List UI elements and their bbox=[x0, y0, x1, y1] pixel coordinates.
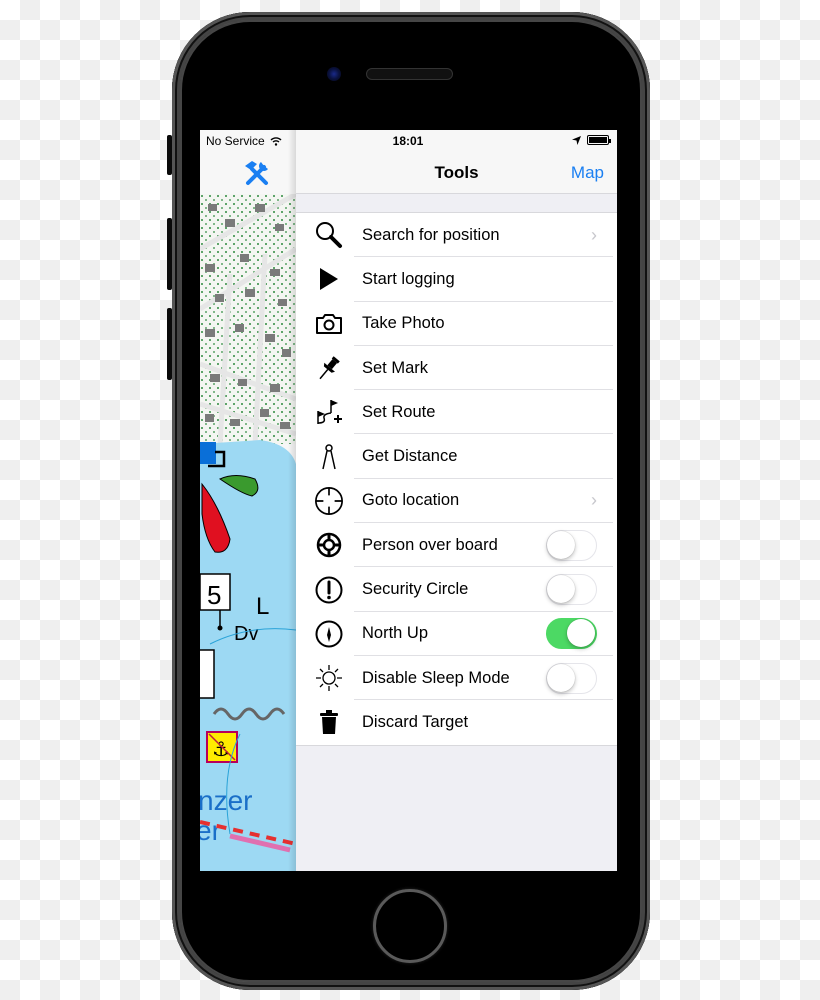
tool-row-goto-location[interactable]: Goto location › bbox=[296, 479, 617, 524]
map-button[interactable]: Map bbox=[571, 163, 604, 183]
wifi-icon bbox=[270, 137, 282, 146]
tool-label: Disable Sleep Mode bbox=[362, 668, 510, 687]
pushpin-icon bbox=[314, 353, 344, 383]
tool-row-set-route[interactable]: Set Route bbox=[296, 390, 617, 435]
tool-label: Take Photo bbox=[362, 314, 445, 333]
compass-icon bbox=[314, 619, 344, 649]
tool-row-take-photo[interactable]: Take Photo bbox=[296, 302, 617, 346]
tools-panel: 18:01 Tools Map Search for position › St… bbox=[296, 130, 617, 871]
status-right bbox=[572, 135, 611, 145]
map-header: No Service bbox=[200, 130, 296, 194]
tool-row-start-logging[interactable]: Start logging bbox=[296, 257, 617, 302]
tools-list: Search for position › Start logging Take… bbox=[296, 212, 617, 746]
divider-compass-icon bbox=[314, 442, 344, 472]
tool-row-set-mark[interactable]: Set Mark bbox=[296, 346, 617, 391]
status-time: 18:01 bbox=[392, 134, 424, 148]
sun-icon bbox=[314, 663, 344, 693]
play-icon bbox=[314, 264, 344, 294]
tool-label: North Up bbox=[362, 624, 429, 643]
disable-sleep-mode-toggle[interactable] bbox=[546, 662, 597, 694]
camera-icon bbox=[314, 309, 344, 339]
person-over-board-toggle[interactable] bbox=[546, 529, 597, 561]
hammer-wrench-icon[interactable] bbox=[242, 158, 272, 186]
home-button[interactable] bbox=[373, 889, 447, 963]
status-carrier: No Service bbox=[206, 134, 282, 148]
tool-row-person-over-board[interactable]: Person over board bbox=[296, 523, 617, 568]
route-flags-icon bbox=[314, 397, 344, 427]
tool-label: Set Route bbox=[362, 402, 436, 421]
tool-label: Person over board bbox=[362, 535, 498, 554]
chevron-right-icon: › bbox=[591, 224, 597, 245]
search-icon bbox=[314, 220, 344, 250]
tool-label: Goto location bbox=[362, 491, 460, 510]
tool-label: Get Distance bbox=[362, 447, 458, 466]
chevron-right-icon: › bbox=[591, 490, 597, 511]
light-char-label: L bbox=[256, 593, 269, 620]
seabed-label: Dv bbox=[234, 623, 258, 645]
nautical-chart-map[interactable]: 5 L Dv ⚓ nzer er bbox=[200, 194, 296, 871]
map-panel[interactable]: No Service 5 L Dv ⚓ nzer er bbox=[200, 130, 296, 871]
tool-label: Security Circle bbox=[362, 580, 469, 599]
trash-icon bbox=[314, 707, 344, 737]
tool-label: Search for position bbox=[362, 225, 500, 244]
crosshair-icon bbox=[314, 486, 344, 516]
tool-row-north-up[interactable]: North Up bbox=[296, 612, 617, 656]
location-arrow-icon bbox=[572, 135, 581, 145]
tool-row-get-distance[interactable]: Get Distance bbox=[296, 434, 617, 479]
navigation-bar: 18:01 Tools Map bbox=[296, 130, 617, 194]
exclamation-circle-icon bbox=[314, 575, 344, 605]
tool-label: Start logging bbox=[362, 269, 455, 288]
place-name-line1: nzer bbox=[200, 785, 252, 816]
security-circle-toggle[interactable] bbox=[546, 574, 597, 606]
battery-icon bbox=[587, 135, 611, 145]
tool-row-security-circle[interactable]: Security Circle bbox=[296, 567, 617, 612]
front-camera bbox=[327, 67, 341, 81]
earpiece-speaker bbox=[366, 68, 453, 80]
tool-row-disable-sleep-mode[interactable]: Disable Sleep Mode bbox=[296, 656, 617, 701]
lifebuoy-icon bbox=[314, 530, 344, 560]
tool-row-search-for-position[interactable]: Search for position › bbox=[296, 213, 617, 258]
panel-shadow bbox=[288, 130, 296, 871]
place-name-line2: er bbox=[200, 815, 221, 846]
depth-label: 5 bbox=[207, 580, 221, 610]
tool-label: Discard Target bbox=[362, 712, 469, 731]
tool-row-discard-target[interactable]: Discard Target bbox=[296, 700, 617, 744]
north-up-toggle[interactable] bbox=[546, 618, 597, 650]
tool-label: Set Mark bbox=[362, 358, 429, 377]
page-title: Tools bbox=[434, 163, 479, 182]
screen: No Service 5 L Dv ⚓ nzer er 18:01 Tools … bbox=[200, 130, 617, 871]
